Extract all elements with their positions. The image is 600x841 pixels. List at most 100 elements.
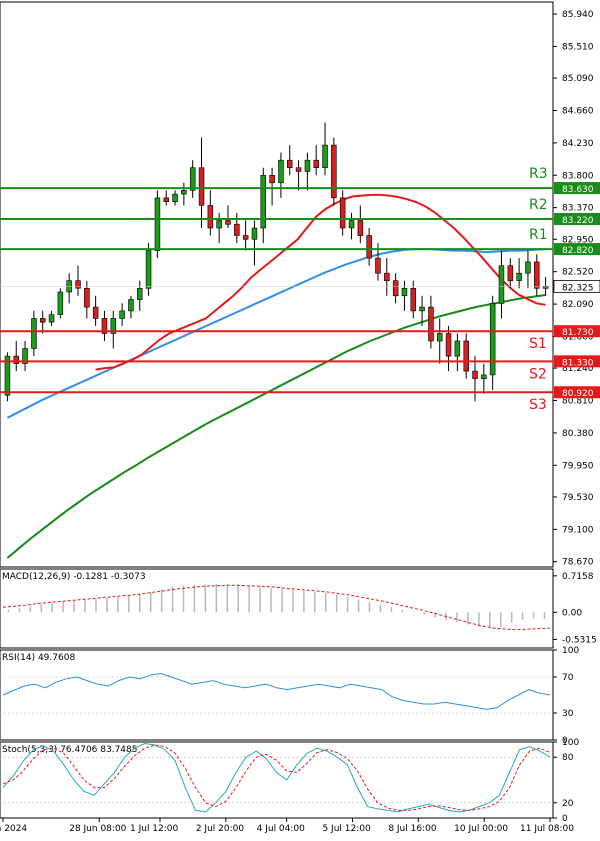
candle-body — [242, 235, 249, 240]
level-name-r2: R2 — [529, 197, 548, 213]
candle-body — [92, 306, 99, 319]
candle-body — [348, 220, 355, 229]
price-tick-label: 80.380 — [562, 429, 594, 439]
candle-body — [172, 193, 178, 202]
candle-body — [84, 287, 90, 308]
time-label: 11 Jul 08:00 — [520, 824, 574, 834]
candle-body — [163, 197, 170, 202]
candle-body — [481, 374, 487, 379]
level-value-r1: 82.820 — [562, 246, 594, 256]
candle-body — [48, 314, 55, 323]
price-tick-label: 82.520 — [562, 268, 594, 278]
candle-body — [533, 261, 540, 289]
forex-chart: 85.940 85.510 85.090 84.660 84.230 83.800 83.3… — [0, 0, 600, 837]
chart-svg: 85.940 85.510 85.090 84.660 84.230 83.800 83.3… — [0, 0, 600, 837]
candle-body — [489, 302, 496, 376]
level-value-s2: 81.330 — [562, 358, 594, 368]
time-label: 8 Jul 16:00 — [388, 824, 437, 834]
candle-body — [57, 291, 64, 315]
level-value-r2: 83.220 — [562, 216, 594, 226]
price-tick-label: 79.950 — [562, 461, 594, 471]
candle-body — [542, 286, 549, 289]
current-price-label: 82.325 — [562, 283, 594, 293]
time-label: 27 Jun 2024 — [0, 824, 27, 834]
candle-body — [278, 159, 284, 184]
price-tick-label: 78.670 — [562, 558, 594, 568]
time-label: 2 Jul 20:00 — [196, 824, 245, 834]
candle-body — [31, 318, 37, 349]
level-name-r3: R3 — [529, 166, 548, 182]
macd-tick-label: -0.5315 — [562, 635, 597, 645]
candle-body — [454, 340, 461, 357]
candle-body — [392, 280, 399, 297]
rsi-tick-label: 30 — [562, 709, 574, 719]
candle-body — [472, 370, 478, 379]
candle-body — [463, 340, 469, 372]
candle-body — [234, 223, 240, 236]
candle-body — [313, 159, 319, 168]
rsi-tick-label: 100 — [562, 646, 579, 656]
candle-body — [145, 250, 152, 289]
candle-body — [366, 235, 372, 259]
candle-body — [339, 197, 346, 229]
stoch-tick-label: 80 — [562, 753, 574, 763]
stoch-label: Stoch(5,3,3) 76.4706 83.7485 — [2, 745, 137, 755]
candle-body — [137, 287, 143, 300]
candle-body — [507, 265, 514, 282]
candle-body — [428, 306, 434, 342]
level-value-s1: 81.730 — [562, 328, 594, 338]
candle-body — [260, 175, 266, 229]
time-label: 5 Jul 12:00 — [322, 824, 371, 834]
macd-tick-label: 0.00 — [562, 608, 582, 618]
price-tick-label: 85.940 — [562, 10, 594, 20]
price-tick-label: 85.090 — [562, 74, 594, 84]
macd-label: MACD(12,26,9) -0.1281 -0.3073 — [2, 572, 146, 582]
candle-body — [269, 175, 275, 184]
level-value-r3: 83.630 — [562, 185, 594, 195]
candle-body — [128, 299, 134, 312]
candle-body — [410, 287, 416, 312]
candle-body — [295, 167, 302, 172]
level-name-s3: S3 — [529, 397, 547, 413]
candle-body — [357, 220, 364, 236]
time-label: 28 Jun 08:00 — [69, 824, 126, 834]
time-label: 4 Jul 04:00 — [257, 824, 306, 834]
stoch-tick-label: 0 — [562, 814, 568, 824]
candle-body — [286, 159, 293, 168]
candle-body — [331, 144, 337, 199]
price-tick-label: 85.510 — [562, 42, 594, 52]
time-label: 10 Jul 00:00 — [454, 824, 508, 834]
candle-body — [516, 272, 522, 282]
candle-body — [384, 272, 390, 282]
candle-body — [119, 310, 125, 319]
candle-body — [401, 287, 408, 297]
candle-body — [154, 197, 161, 251]
candle-body — [304, 159, 311, 172]
price-tick-label: 83.370 — [562, 204, 594, 214]
time-label: 1 Jul 12:00 — [130, 824, 179, 834]
candle-body — [498, 265, 505, 304]
stoch-tick-label: 100 — [562, 738, 579, 748]
price-tick-label: 79.530 — [562, 493, 594, 503]
candle-body — [436, 333, 443, 342]
stoch-tick-label: 20 — [562, 799, 574, 809]
level-name-s2: S2 — [529, 366, 547, 382]
macd-tick-label: 0.7158 — [562, 572, 594, 582]
candle-body — [75, 280, 81, 289]
price-tick-label: 84.660 — [562, 106, 594, 116]
candle-body — [419, 306, 425, 312]
level-name-r1: R1 — [529, 227, 548, 243]
level-value-s3: 80.920 — [562, 389, 594, 399]
candle-body — [251, 227, 258, 240]
candle-body — [13, 355, 20, 364]
candle-body — [198, 167, 205, 206]
candle-body — [525, 261, 531, 274]
price-tick-label: 82.090 — [562, 300, 594, 310]
candle-body — [207, 205, 214, 229]
candle-body — [225, 220, 231, 225]
price-tick-label: 84.230 — [562, 139, 594, 149]
candle-body — [181, 190, 187, 195]
candle-body — [445, 333, 452, 357]
price-tick-label: 83.800 — [562, 171, 594, 181]
rsi-label: RSI(14) 49.7608 — [2, 653, 75, 663]
